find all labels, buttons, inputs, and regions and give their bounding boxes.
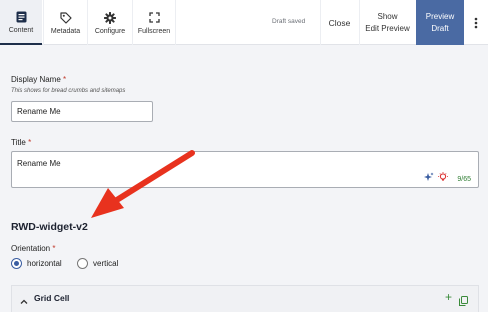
tab-fullscreen[interactable]: Fullscreen	[132, 0, 176, 45]
radio-horizontal[interactable]: horizontal	[11, 258, 62, 269]
tab-label: Configure	[94, 27, 126, 35]
radio-vertical[interactable]: vertical	[77, 258, 118, 269]
display-name-label: Display Name *	[11, 75, 66, 84]
fullscreen-icon	[148, 11, 160, 25]
panel-title: Grid Cell	[34, 293, 70, 303]
document-icon	[16, 10, 27, 24]
copy-icon[interactable]	[459, 293, 468, 311]
preview-label-line1: Preview	[425, 11, 455, 21]
lightbulb-icon[interactable]	[438, 172, 448, 184]
display-name-input[interactable]: Rename Me	[11, 101, 153, 122]
tab-label: Content	[8, 26, 34, 34]
orientation-label: Orientation *	[11, 244, 56, 253]
show-label-line1: Show	[377, 11, 398, 21]
show-edit-preview-button[interactable]: Show Edit Preview	[359, 0, 415, 45]
radio-label: vertical	[93, 259, 119, 268]
chevron-up-icon[interactable]	[20, 293, 28, 311]
display-name-help: This shows for bread crumbs and sitemaps	[11, 88, 126, 94]
tab-configure[interactable]: Configure	[87, 0, 132, 45]
preview-draft-button[interactable]: Preview Draft	[416, 0, 464, 45]
editor-toolbar: Content Metadata Configure Fullscreen Dr…	[0, 0, 488, 45]
close-button[interactable]: Close	[320, 0, 358, 45]
title-label: Title *	[11, 138, 31, 147]
required-mark: *	[63, 75, 67, 84]
orientation-label-text: Orientation	[11, 244, 51, 253]
required-mark: *	[28, 138, 32, 147]
title-value: Rename Me	[17, 159, 61, 168]
display-name-label-text: Display Name	[11, 75, 61, 84]
title-label-text: Title	[11, 138, 26, 147]
editor-page: Content Metadata Configure Fullscreen Dr…	[0, 0, 488, 312]
more-options-button[interactable]	[464, 0, 488, 45]
ai-sparkle-icon[interactable]	[424, 172, 434, 184]
tab-content[interactable]: Content	[0, 0, 42, 45]
display-name-value: Rename Me	[17, 107, 61, 116]
tab-metadata[interactable]: Metadata	[43, 0, 87, 45]
grid-cell-panel: Grid Cell +	[11, 285, 479, 312]
kebab-icon	[474, 17, 478, 28]
add-icon[interactable]: +	[445, 290, 452, 304]
tab-label: Metadata	[50, 27, 81, 35]
title-textarea[interactable]: Rename Me 9/65	[11, 151, 479, 188]
show-label-line2: Edit Preview	[365, 23, 410, 33]
draft-status: Draft saved	[272, 18, 306, 25]
close-label: Close	[328, 17, 351, 28]
gear-icon	[104, 11, 116, 25]
radio-label: horizontal	[27, 259, 62, 268]
widget-heading: RWD-widget-v2	[11, 221, 88, 233]
tab-label: Fullscreen	[137, 27, 171, 35]
character-counter: 9/65	[457, 176, 471, 183]
preview-label-line2: Draft	[431, 23, 449, 33]
radio-circle-selected	[11, 258, 22, 269]
radio-circle	[77, 258, 88, 269]
tag-icon	[59, 11, 72, 25]
required-mark: *	[52, 244, 56, 253]
